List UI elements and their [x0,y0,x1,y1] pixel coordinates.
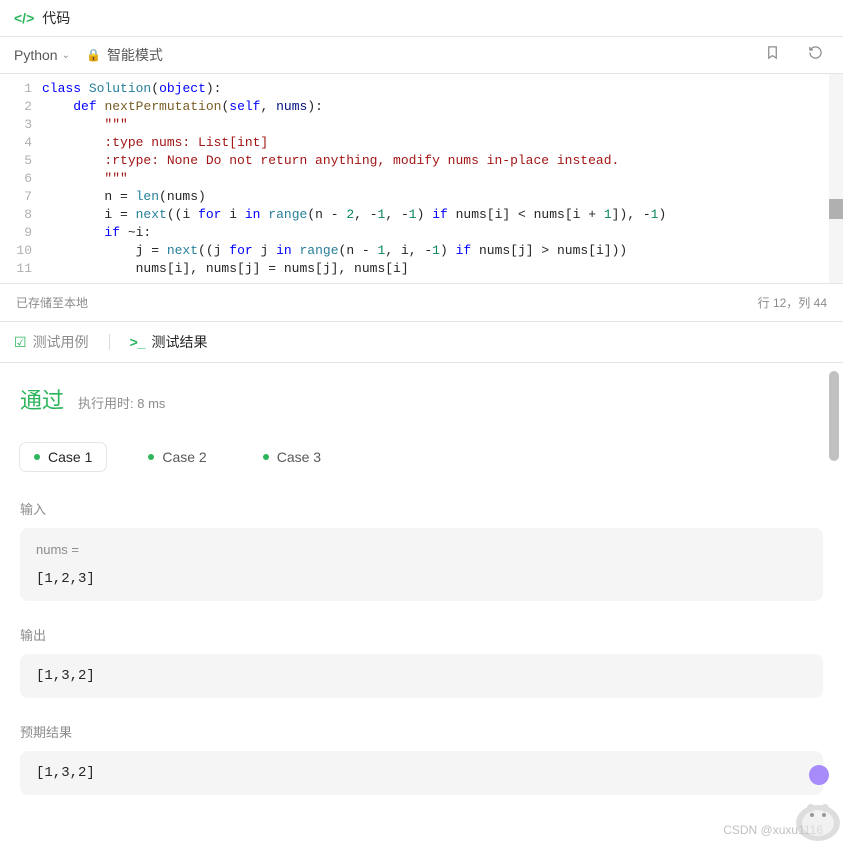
status-dot-icon [148,454,154,460]
expected-box: [1,3,2] [20,751,823,795]
line-number: 6 [0,170,32,188]
code-line[interactable]: """ [42,116,843,134]
code-line[interactable]: j = next((j for j in range(n - 1, i, -1)… [42,242,843,260]
code-line[interactable]: if ~i: [42,224,843,242]
code-line[interactable]: n = len(nums) [42,188,843,206]
case-tab[interactable]: Case 2 [134,443,220,471]
case-label: Case 3 [277,449,321,465]
line-number: 4 [0,134,32,152]
exec-time: 执行用时: 8 ms [78,393,165,412]
language-label: Python [14,47,58,63]
line-number: 11 [0,260,32,278]
toolbar: Python ⌄ 🔒 智能模式 [0,37,843,74]
checklist-icon: ☑ [14,334,27,351]
case-tabs: Case 1 Case 2 Case 3 [20,443,823,471]
save-status: 已存储至本地 [16,294,88,311]
reset-button[interactable] [802,45,829,65]
lock-icon: 🔒 [86,48,101,62]
code-line[interactable]: class Solution(object): [42,80,843,98]
case-label: Case 2 [162,449,206,465]
line-number: 7 [0,188,32,206]
line-number: 2 [0,98,32,116]
input-value: [1,2,3] [36,571,807,587]
result-tabs: ☑ 测试用例 >_ 测试结果 [0,321,843,363]
input-var: nums = [36,542,807,557]
language-selector[interactable]: Python ⌄ [14,47,70,63]
header-title: 代码 [42,8,70,28]
code-line[interactable]: def nextPermutation(self, nums): [42,98,843,116]
code-line[interactable]: :type nums: List[int] [42,134,843,152]
code-content[interactable]: class Solution(object): def nextPermutat… [42,80,843,278]
status-dot-icon [263,454,269,460]
results-panel: 通过 执行用时: 8 ms Case 1 Case 2 Case 3 输入 nums… [0,363,843,843]
result-summary: 通过 执行用时: 8 ms [20,383,823,415]
expected-value: [1,3,2] [36,765,807,781]
case-tab[interactable]: Case 3 [249,443,335,471]
scrollbar-thumb[interactable] [829,371,839,461]
pass-status: 通过 [20,383,64,415]
tab-label: 测试用例 [33,332,89,352]
code-line[interactable]: """ [42,170,843,188]
line-gutter: 1234567891011 [0,80,42,278]
mascot-icon [783,773,843,843]
output-label: 输出 [20,625,823,644]
minimap-thumb[interactable] [829,199,843,219]
terminal-icon: >_ [130,334,146,350]
case-label: Case 1 [48,449,92,465]
code-line[interactable]: :rtype: None Do not return anything, mod… [42,152,843,170]
chevron-down-icon: ⌄ [62,50,70,61]
line-number: 5 [0,152,32,170]
status-bar: 已存储至本地 行 12，列 44 [0,284,843,321]
header: </> 代码 [0,0,843,37]
tab-label: 测试结果 [152,332,208,352]
minimap[interactable] [829,74,843,283]
line-number: 10 [0,242,32,260]
mode-label: 智能模式 [107,45,163,65]
bookmark-button[interactable] [759,45,786,65]
line-number: 8 [0,206,32,224]
mode-indicator: 🔒 智能模式 [86,45,163,65]
status-dot-icon [34,454,40,460]
output-box: [1,3,2] [20,654,823,698]
code-line[interactable]: nums[i], nums[j] = nums[j], nums[i] [42,260,843,278]
cursor-position: 行 12，列 44 [758,294,827,311]
tab-test-results[interactable]: >_ 测试结果 [130,332,208,352]
line-number: 9 [0,224,32,242]
output-value: [1,3,2] [36,668,807,684]
expected-label: 预期结果 [20,722,823,741]
line-number: 1 [0,80,32,98]
code-line[interactable]: i = next((i for i in range(n - 2, -1, -1… [42,206,843,224]
code-icon: </> [14,10,34,26]
code-editor[interactable]: 1234567891011 class Solution(object): de… [0,74,843,284]
input-label: 输入 [20,499,823,518]
input-box: nums = [1,2,3] [20,528,823,601]
tab-divider [109,334,110,350]
tab-test-cases[interactable]: ☑ 测试用例 [14,332,89,352]
line-number: 3 [0,116,32,134]
case-tab[interactable]: Case 1 [20,443,106,471]
